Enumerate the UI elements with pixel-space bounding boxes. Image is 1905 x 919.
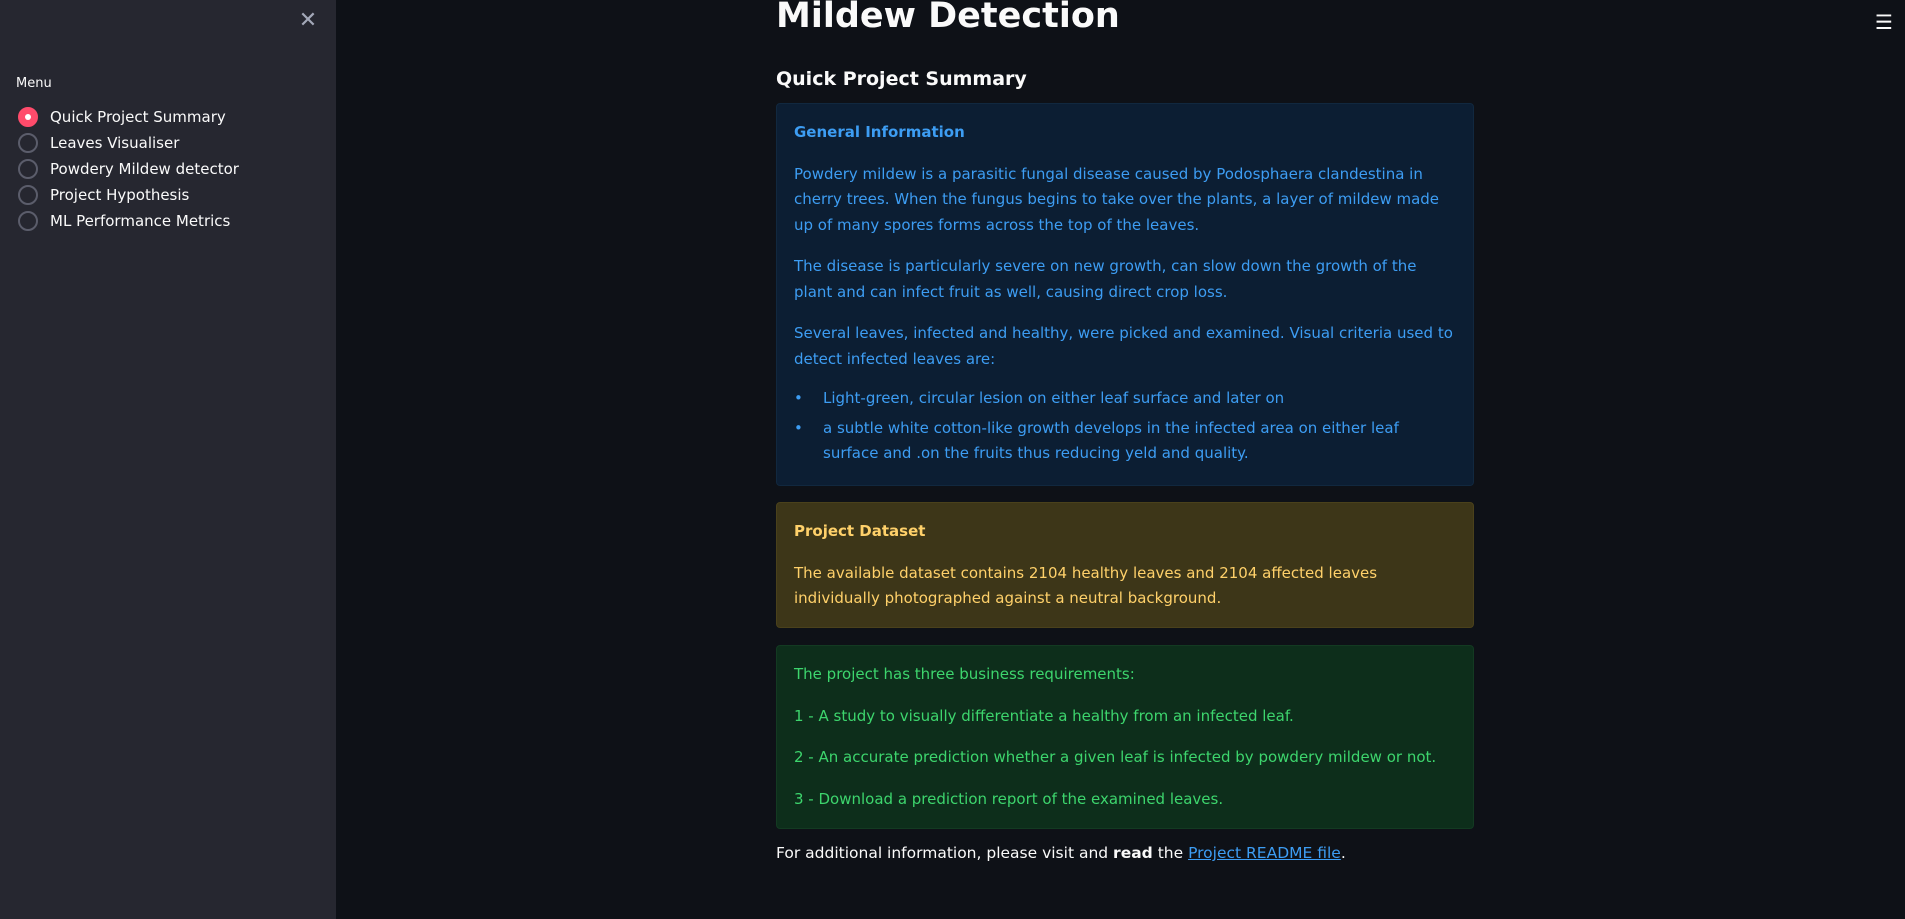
info-paragraph: Several leaves, infected and healthy, we… [794, 324, 1453, 368]
criteria-list-item: a subtle white cotton-like growth develo… [794, 416, 1456, 467]
menu-item-ml-performance-metrics[interactable]: ML Performance Metrics [18, 208, 239, 234]
app-window: ✕ Menu Quick Project Summary Leaves Visu… [0, 0, 1905, 919]
menu-item-label: Powdery Mildew detector [50, 160, 239, 178]
requirement-item: 1 - A study to visually differentiate a … [794, 706, 1294, 725]
radio-unselected-icon[interactable] [18, 185, 38, 205]
footer-text: For additional information, please visit… [776, 844, 1114, 862]
menu-item-label: Project Hypothesis [50, 186, 190, 204]
dataset-alert: Project Dataset The available dataset co… [776, 502, 1474, 628]
footer-info: For additional information, please visit… [776, 844, 1346, 862]
hamburger-menu-icon[interactable]: ☰ [1874, 10, 1894, 34]
requirements-intro: The project has three business requireme… [794, 665, 1135, 683]
menu-item-label: ML Performance Metrics [50, 212, 231, 230]
page-title: Mildew Detection [776, 0, 1120, 36]
page-subheader: Quick Project Summary [776, 68, 1027, 90]
footer-text: the [1152, 844, 1189, 862]
radio-selected-icon[interactable] [18, 107, 38, 127]
info-paragraph: The disease is particularly severe on ne… [794, 257, 1417, 301]
requirement-item: 2 - An accurate prediction whether a giv… [794, 748, 1437, 766]
menu-item-quick-project-summary[interactable]: Quick Project Summary [18, 104, 239, 130]
menu-item-powdery-mildew-detector[interactable]: Powdery Mildew detector [18, 156, 239, 182]
info-alert: General Information Powdery mildew is a … [776, 103, 1474, 486]
radio-unselected-icon[interactable] [18, 211, 38, 231]
criteria-list: Light-green, circular lesion on either l… [794, 386, 1456, 467]
requirement-item: 3 - Download a prediction report of the … [794, 789, 1224, 808]
dataset-text: The available dataset contains 2104 heal… [794, 563, 1378, 608]
readme-link[interactable]: Project README file [1188, 844, 1341, 862]
menu-radio-group: Quick Project Summary Leaves Visualiser … [18, 104, 239, 234]
footer-bold-text: read [1113, 844, 1153, 862]
radio-unselected-icon[interactable] [18, 133, 38, 153]
criteria-list-item: Light-green, circular lesion on either l… [794, 386, 1456, 412]
footer-text: . [1340, 844, 1346, 862]
menu-item-leaves-visualiser[interactable]: Leaves Visualiser [18, 130, 239, 156]
radio-unselected-icon[interactable] [18, 159, 38, 179]
requirements-alert: The project has three business requireme… [776, 645, 1474, 829]
close-icon[interactable]: ✕ [298, 10, 318, 32]
dataset-heading: Project Dataset [794, 522, 926, 540]
menu-item-label: Leaves Visualiser [50, 134, 180, 152]
menu-item-project-hypothesis[interactable]: Project Hypothesis [18, 182, 239, 208]
menu-item-label: Quick Project Summary [50, 108, 226, 126]
info-paragraph: Powdery mildew is a parasitic fungal dis… [794, 164, 1440, 234]
sidebar: ✕ Menu Quick Project Summary Leaves Visu… [0, 0, 336, 919]
info-heading: General Information [794, 123, 965, 141]
menu-label: Menu [16, 76, 52, 91]
